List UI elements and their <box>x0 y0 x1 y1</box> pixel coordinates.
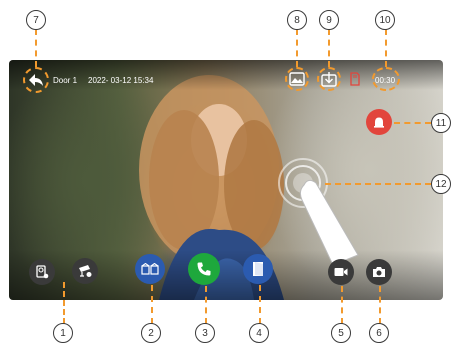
callout-line-7 <box>35 29 37 67</box>
callout-ring-8 <box>285 67 309 91</box>
callout-line-4 <box>259 285 261 324</box>
unlock-button[interactable] <box>243 254 273 284</box>
alarm-button[interactable] <box>366 109 392 135</box>
callout-badge-10: 10 <box>375 10 395 30</box>
callout-line-5 <box>341 286 343 324</box>
callout-line-2 <box>151 285 153 324</box>
callout-line-10 <box>385 29 387 67</box>
intercom-button[interactable] <box>135 254 165 284</box>
camera-switch-button[interactable] <box>72 258 98 284</box>
monitor-switch-icon <box>36 265 49 279</box>
callout-line-1 <box>63 282 65 324</box>
callout-line-6 <box>379 286 381 324</box>
callout-line-9 <box>328 29 330 67</box>
callout-badge-11: 11 <box>431 113 451 133</box>
alarm-icon <box>374 117 384 128</box>
sd-card-icon <box>348 70 362 88</box>
snapshot-button[interactable] <box>366 259 392 285</box>
callout-line-12 <box>325 183 431 185</box>
cctv-camera-icon <box>79 265 92 277</box>
door-unlock-icon <box>253 262 263 276</box>
callout-ring-9 <box>317 67 341 91</box>
callout-badge-3: 3 <box>195 323 215 343</box>
datetime-label: 2022- 03-12 15:34 <box>88 76 154 85</box>
callout-badge-8: 8 <box>287 10 307 30</box>
callout-line-8 <box>296 29 298 67</box>
callout-badge-4: 4 <box>249 323 269 343</box>
monitor-switch-button[interactable] <box>29 259 55 285</box>
callout-badge-1: 1 <box>53 323 73 343</box>
callout-badge-2: 2 <box>141 323 161 343</box>
record-video-button[interactable] <box>328 259 354 285</box>
answer-button[interactable] <box>188 253 220 285</box>
callout-badge-5: 5 <box>331 323 351 343</box>
phone-icon <box>197 262 211 276</box>
callout-badge-7: 7 <box>26 10 46 30</box>
callout-badge-6: 6 <box>369 323 389 343</box>
callout-badge-9: 9 <box>319 10 339 30</box>
callout-line-11 <box>394 122 431 124</box>
callout-badge-12: 12 <box>431 174 451 194</box>
intercom-icon <box>141 263 159 275</box>
callout-ring-10 <box>372 67 400 91</box>
callout-ring-7 <box>23 67 49 93</box>
touch-gesture-icon <box>278 155 378 266</box>
video-record-icon <box>334 268 348 276</box>
callout-line-3 <box>205 286 207 324</box>
camera-icon <box>373 267 385 277</box>
door-label: Door 1 <box>53 76 78 85</box>
